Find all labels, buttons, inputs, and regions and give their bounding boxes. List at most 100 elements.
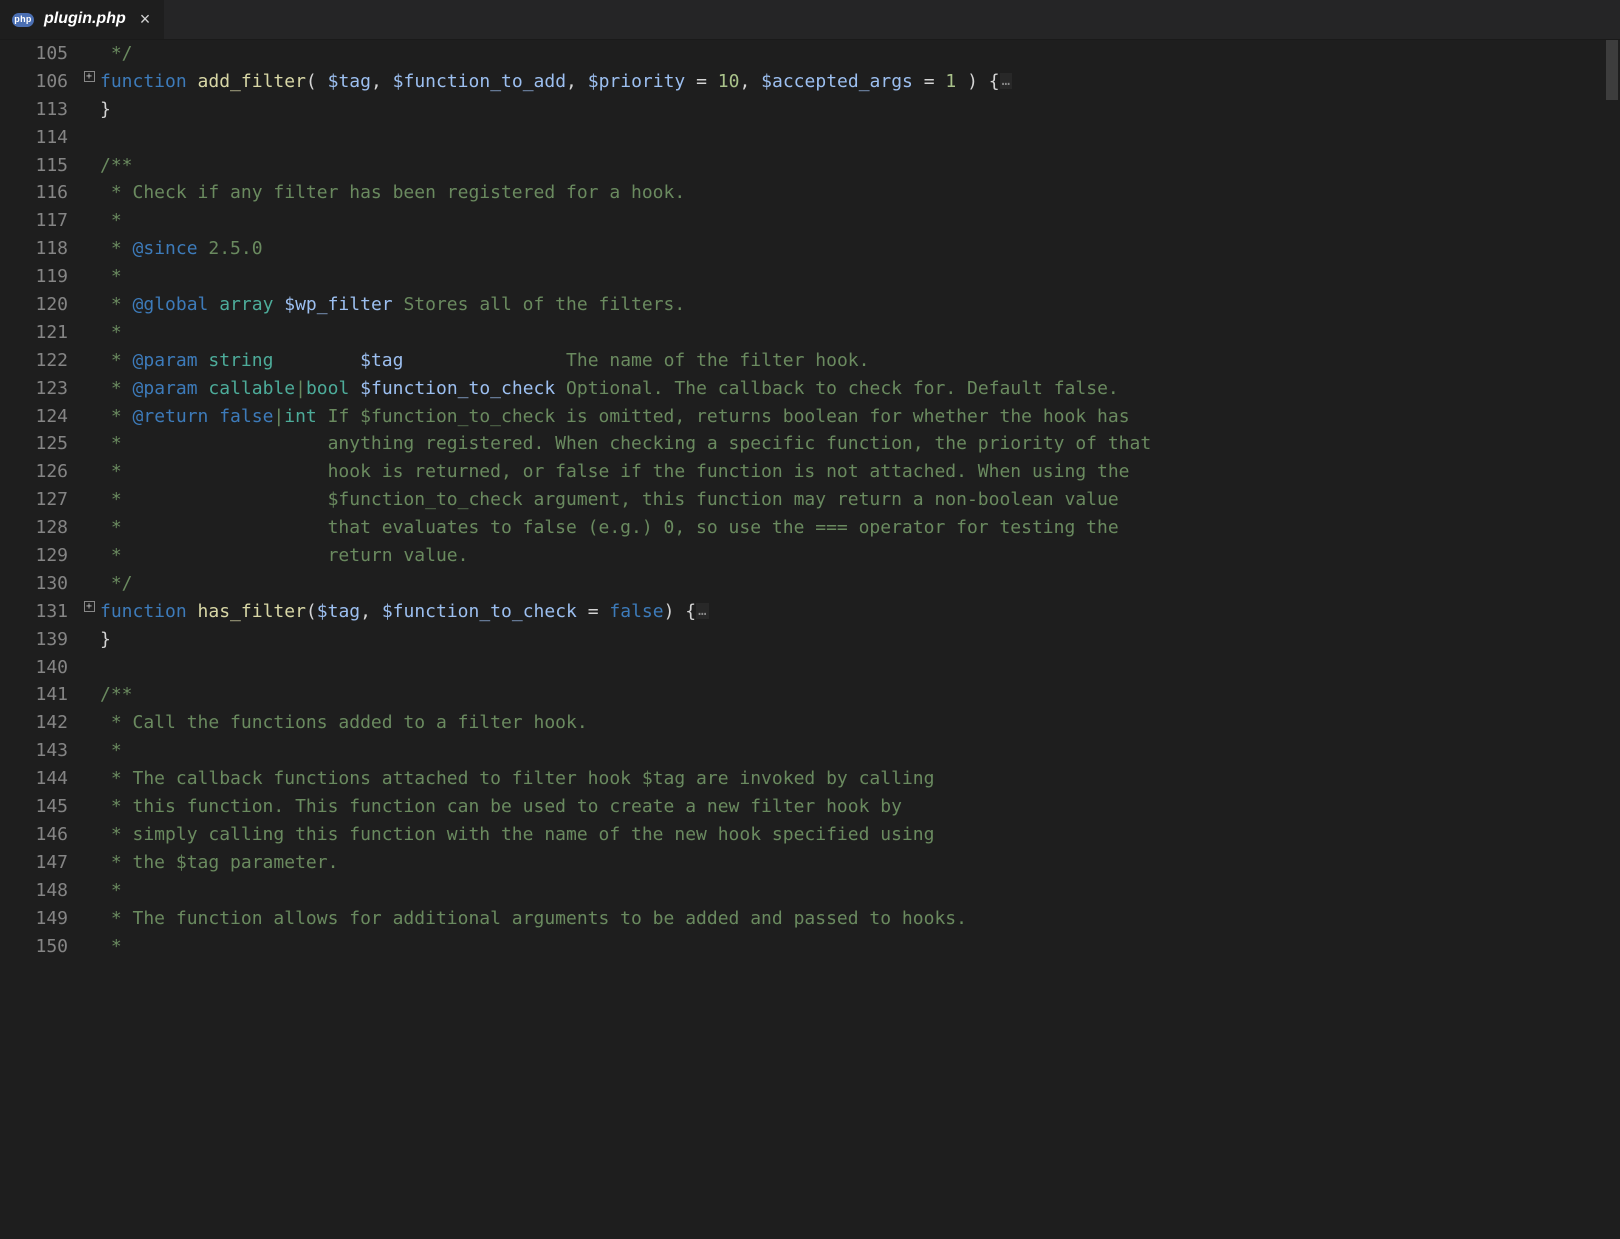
code-content[interactable]: * simply calling this function with the …: [100, 821, 1620, 849]
code-line[interactable]: 141/**: [0, 681, 1620, 709]
code-content[interactable]: /**: [100, 152, 1620, 180]
fold-ellipsis-icon[interactable]: …: [1000, 73, 1012, 89]
code-line[interactable]: 129 * return value.: [0, 542, 1620, 570]
editor-area[interactable]: 105 */106+function add_filter( $tag, $fu…: [0, 40, 1620, 1239]
code-line[interactable]: 122 * @param string $tag The name of the…: [0, 347, 1620, 375]
fold-gutter: [78, 765, 100, 793]
code-line[interactable]: 149 * The function allows for additional…: [0, 905, 1620, 933]
fold-gutter: [78, 375, 100, 403]
code-content[interactable]: * this function. This function can be us…: [100, 793, 1620, 821]
code-line[interactable]: 119 *: [0, 263, 1620, 291]
fold-gutter[interactable]: +: [78, 68, 100, 96]
code-line[interactable]: 115 /**: [0, 152, 1620, 180]
line-number: 114: [0, 124, 78, 152]
line-number: 124: [0, 403, 78, 431]
code-line[interactable]: 150 *: [0, 933, 1620, 961]
fold-gutter[interactable]: +: [78, 598, 100, 626]
code-content[interactable]: }: [100, 626, 1620, 654]
code-line[interactable]: 123 * @param callable|bool $function_to_…: [0, 375, 1620, 403]
code-line[interactable]: 125 * anything registered. When checking…: [0, 430, 1620, 458]
fold-gutter: [78, 933, 100, 961]
code-content[interactable]: *: [100, 737, 1620, 765]
tab-plugin-php[interactable]: php plugin.php ×: [0, 0, 164, 39]
code-content[interactable]: * @since 2.5.0: [100, 235, 1620, 263]
code-content[interactable]: * Check if any filter has been registere…: [100, 179, 1620, 207]
code-line[interactable]: 140: [0, 654, 1620, 682]
code-line[interactable]: 144 * The callback functions attached to…: [0, 765, 1620, 793]
fold-gutter: [78, 681, 100, 709]
code-line[interactable]: 127 * $function_to_check argument, this …: [0, 486, 1620, 514]
fold-gutter: [78, 486, 100, 514]
code-content[interactable]: */: [100, 40, 1620, 68]
code-content[interactable]: }: [100, 96, 1620, 124]
code-content[interactable]: function has_filter($tag, $function_to_c…: [100, 598, 1620, 626]
fold-gutter: [78, 821, 100, 849]
code-line[interactable]: 106+function add_filter( $tag, $function…: [0, 68, 1620, 96]
code-line[interactable]: 117 *: [0, 207, 1620, 235]
code-line[interactable]: 139}: [0, 626, 1620, 654]
code-content[interactable]: [100, 654, 1620, 682]
code-line[interactable]: 128 * that evaluates to false (e.g.) 0, …: [0, 514, 1620, 542]
code-content[interactable]: * @param callable|bool $function_to_chec…: [100, 375, 1620, 403]
code-line[interactable]: 131 + function has_filter($tag, $function_…: [0, 598, 1620, 626]
line-number: 129: [0, 542, 78, 570]
line-number: 139: [0, 626, 78, 654]
code-line[interactable]: 145 * this function. This function can b…: [0, 793, 1620, 821]
fold-gutter: [78, 626, 100, 654]
vertical-scrollbar[interactable]: [1604, 40, 1620, 1239]
code-content[interactable]: * @return false|int If $function_to_chec…: [100, 403, 1620, 431]
code-line[interactable]: 143 *: [0, 737, 1620, 765]
code-line[interactable]: 130 */: [0, 570, 1620, 598]
code-content[interactable]: * @param string $tag The name of the fil…: [100, 347, 1620, 375]
line-number: 122: [0, 347, 78, 375]
code-line[interactable]: 126 * hook is returned, or false if the …: [0, 458, 1620, 486]
code-content[interactable]: *: [100, 319, 1620, 347]
code-line[interactable]: 113}: [0, 96, 1620, 124]
code-content[interactable]: function add_filter( $tag, $function_to_…: [100, 68, 1620, 96]
code-content[interactable]: * the $tag parameter.: [100, 849, 1620, 877]
fold-gutter: [78, 905, 100, 933]
code-content[interactable]: /**: [100, 681, 1620, 709]
code-content[interactable]: * The callback functions attached to fil…: [100, 765, 1620, 793]
fold-gutter: [78, 709, 100, 737]
line-number: 125: [0, 430, 78, 458]
code-line[interactable]: 114: [0, 124, 1620, 152]
code-content[interactable]: *: [100, 207, 1620, 235]
code-line[interactable]: 147 * the $tag parameter.: [0, 849, 1620, 877]
line-number: 131: [0, 598, 78, 626]
code-content[interactable]: * hook is returned, or false if the func…: [100, 458, 1620, 486]
code-line[interactable]: 118 * @since 2.5.0: [0, 235, 1620, 263]
code-line[interactable]: 105 */: [0, 40, 1620, 68]
code-line[interactable]: 116 * Check if any filter has been regis…: [0, 179, 1620, 207]
code-content[interactable]: * Call the functions added to a filter h…: [100, 709, 1620, 737]
code-content[interactable]: * that evaluates to false (e.g.) 0, so u…: [100, 514, 1620, 542]
code-line[interactable]: 142 * Call the functions added to a filt…: [0, 709, 1620, 737]
line-number: 147: [0, 849, 78, 877]
code-line[interactable]: 148 *: [0, 877, 1620, 905]
code-line[interactable]: 124 * @return false|int If $function_to_…: [0, 403, 1620, 431]
code-content[interactable]: *: [100, 933, 1620, 961]
close-icon[interactable]: ×: [140, 6, 151, 34]
code-line[interactable]: 146 * simply calling this function with …: [0, 821, 1620, 849]
code-content[interactable]: *: [100, 877, 1620, 905]
fold-ellipsis-icon[interactable]: …: [696, 603, 708, 619]
code-content[interactable]: * $function_to_check argument, this func…: [100, 486, 1620, 514]
line-number: 148: [0, 877, 78, 905]
fold-expand-icon[interactable]: +: [84, 601, 95, 612]
code-content[interactable]: */: [100, 570, 1620, 598]
line-number: 115: [0, 152, 78, 180]
scrollbar-thumb[interactable]: [1606, 40, 1618, 100]
code-content[interactable]: * @global array $wp_filter Stores all of…: [100, 291, 1620, 319]
line-number: 105: [0, 40, 78, 68]
fold-gutter: [78, 179, 100, 207]
line-number: 118: [0, 235, 78, 263]
code-content[interactable]: [100, 124, 1620, 152]
code-content[interactable]: * return value.: [100, 542, 1620, 570]
code-content[interactable]: *: [100, 263, 1620, 291]
code-line[interactable]: 120 * @global array $wp_filter Stores al…: [0, 291, 1620, 319]
code-content[interactable]: * The function allows for additional arg…: [100, 905, 1620, 933]
code-content[interactable]: * anything registered. When checking a s…: [100, 430, 1620, 458]
line-number: 140: [0, 654, 78, 682]
fold-expand-icon[interactable]: +: [84, 71, 95, 82]
code-line[interactable]: 121 *: [0, 319, 1620, 347]
